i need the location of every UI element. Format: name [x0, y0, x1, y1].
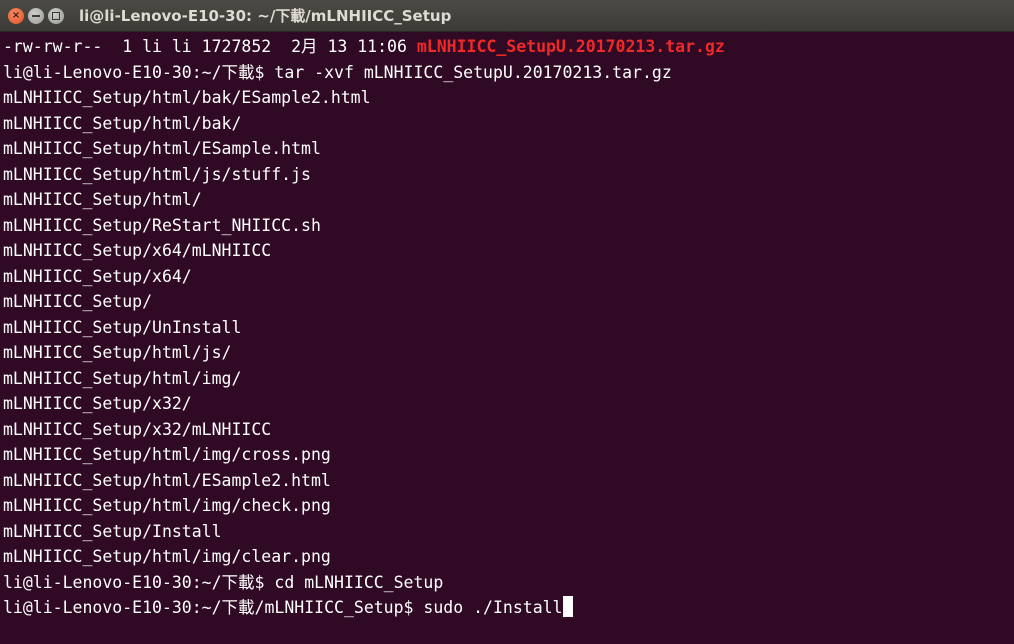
terminal-line: mLNHIICC_Setup/html/bak/ESample2.html	[3, 88, 371, 107]
text-cursor	[562, 596, 573, 617]
maximize-button[interactable]	[48, 8, 64, 24]
terminal-line: mLNHIICC_Setup/Install	[3, 521, 222, 541]
minimize-button[interactable]	[28, 8, 44, 24]
terminal-line: li@li-Lenovo-E10-30:~/下載$ cd mLNHIICC_Se…	[3, 572, 444, 592]
terminal-line: mLNHIICC_Setup/html/ESample2.html	[3, 470, 331, 490]
close-button[interactable]: ×	[8, 8, 24, 24]
window-title: li@li-Lenovo-E10-30: ~/下載/mLNHIICC_Setup	[79, 7, 452, 25]
close-icon: ×	[11, 10, 21, 21]
maximize-icon	[52, 12, 60, 20]
title-bar[interactable]: × li@li-Lenovo-E10-30: ~/下載/mLNHIICC_Set…	[0, 0, 1014, 32]
terminal-line: mLNHIICC_Setup/x64/mLNHIICC	[3, 241, 272, 260]
terminal-line: mLNHIICC_Setup/html/bak/	[3, 113, 242, 133]
archive-filename: mLNHIICC_SetupU.20170213.tar.gz	[416, 37, 725, 56]
current-command: li@li-Lenovo-E10-30:~/下載/mLNHIICC_Setup$…	[3, 598, 563, 617]
current-prompt-line[interactable]: li@li-Lenovo-E10-30:~/下載/mLNHIICC_Setup$…	[3, 595, 1014, 621]
terminal-line: mLNHIICC_Setup/html/	[3, 190, 202, 209]
listing-line: -rw-rw-r-- 1 li li 1727852 2月 13 11:06 m…	[3, 34, 1014, 60]
terminal-line: mLNHIICC_Setup/html/img/clear.png	[3, 547, 331, 566]
listing-prefix: -rw-rw-r-- 1 li li 1727852 2月 13 11:06	[3, 37, 417, 56]
terminal-line: mLNHIICC_Setup/x32/	[3, 394, 192, 413]
terminal-line: mLNHIICC_Setup/x64/	[3, 266, 192, 286]
terminal-line: li@li-Lenovo-E10-30:~/下載$ tar -xvf mLNHI…	[3, 62, 672, 82]
terminal-line: mLNHIICC_Setup/ReStart_NHIICC.sh	[3, 215, 321, 235]
terminal-line: mLNHIICC_Setup/UnInstall	[3, 317, 242, 337]
terminal-line: mLNHIICC_Setup/x32/mLNHIICC	[3, 419, 272, 439]
terminal-line: mLNHIICC_Setup/html/ESample.html	[3, 139, 321, 158]
terminal-line: mLNHIICC_Setup/html/img/	[3, 368, 242, 388]
terminal-window: × li@li-Lenovo-E10-30: ~/下載/mLNHIICC_Set…	[0, 0, 1014, 644]
terminal-line: mLNHIICC_Setup/html/img/cross.png	[3, 445, 331, 464]
terminal-line: mLNHIICC_Setup/html/js/stuff.js	[3, 164, 311, 184]
terminal-line: mLNHIICC_Setup/html/js/	[3, 343, 232, 362]
terminal-line: mLNHIICC_Setup/html/img/check.png	[3, 496, 331, 515]
terminal-output[interactable]: -rw-rw-r-- 1 li li 1727852 2月 13 11:06 m…	[0, 34, 1014, 644]
minimize-icon	[32, 15, 40, 17]
terminal-line: mLNHIICC_Setup/	[3, 292, 153, 311]
